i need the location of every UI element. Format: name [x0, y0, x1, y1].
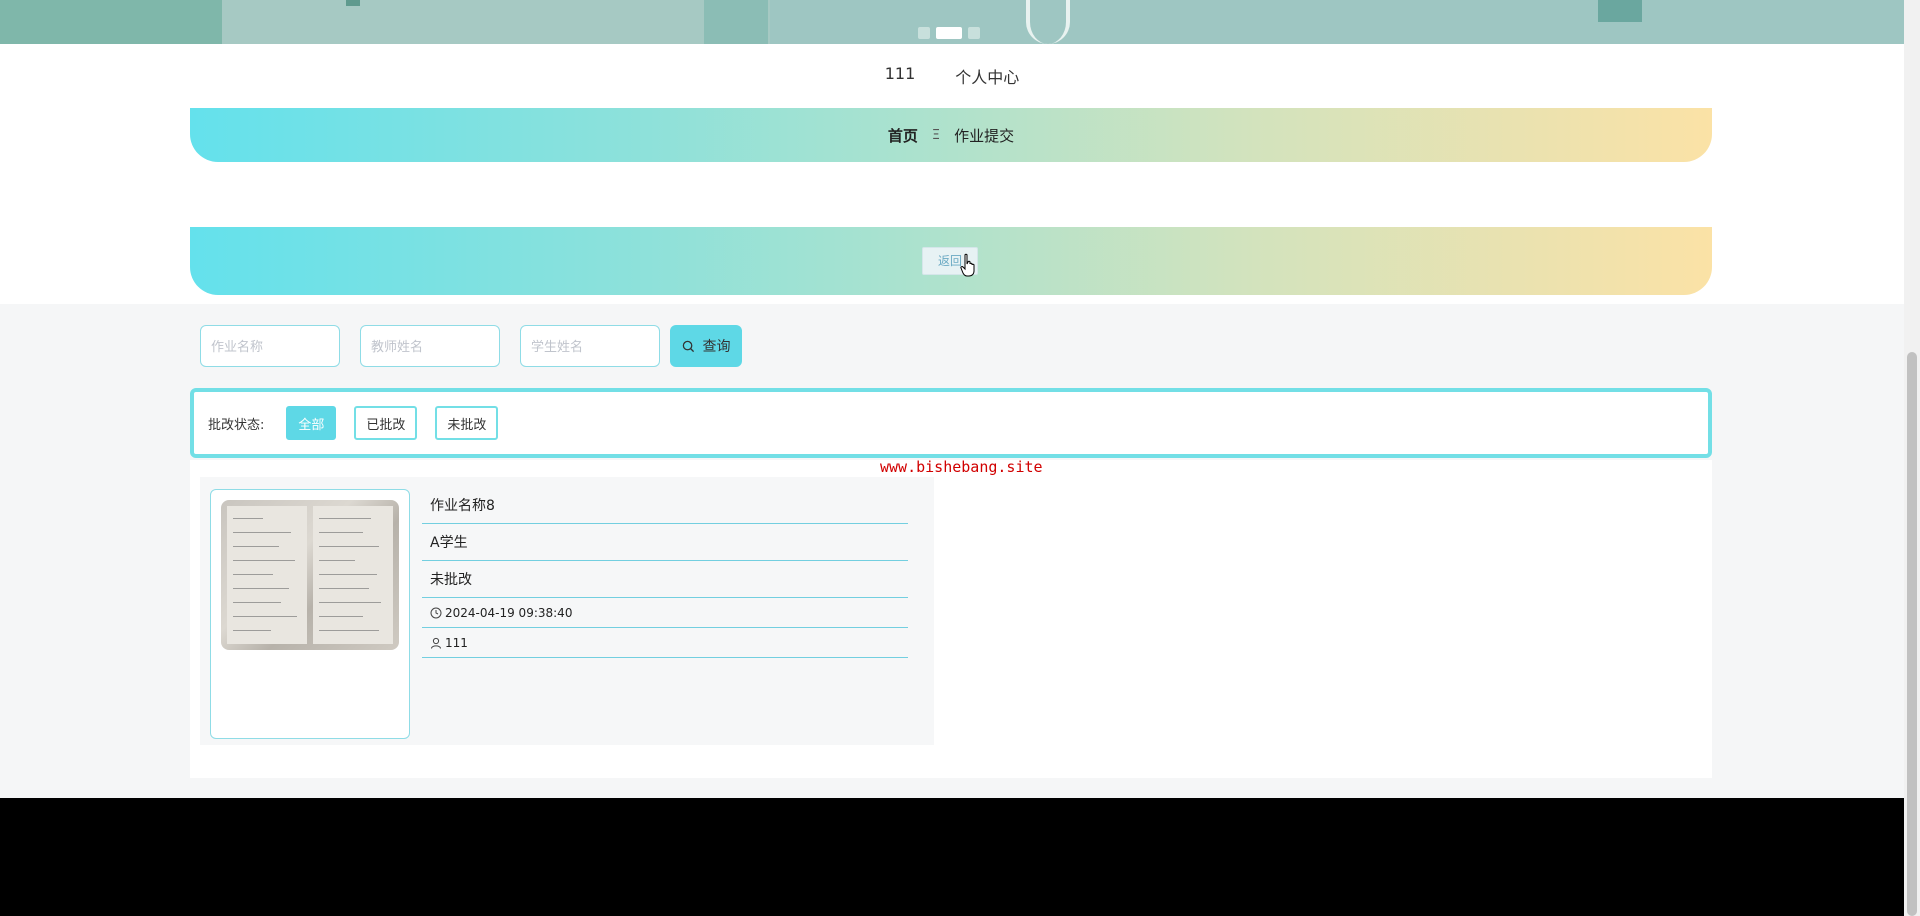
student-name-input[interactable]: [520, 325, 660, 367]
filter-all-button[interactable]: 全部: [286, 406, 337, 440]
hand-cursor-icon: [960, 253, 975, 277]
homework-info: 作业名称8 A学生 未批改 2024-04-19 09:38:40 111: [422, 487, 908, 658]
student-name: A学生: [422, 524, 908, 561]
filter-graded-button[interactable]: 已批改: [354, 406, 418, 440]
user-icon: [431, 637, 441, 649]
search-button-label: 查询: [702, 338, 731, 354]
teacher-name-input[interactable]: [360, 325, 500, 367]
breadcrumb-bar: 返回: [190, 227, 1712, 295]
homework-name: 作业名称8: [422, 487, 908, 524]
hero-banner: [0, 0, 1904, 44]
carousel-dot-3[interactable]: [968, 27, 980, 39]
page-footer: [0, 798, 1904, 916]
search-icon: [682, 340, 694, 352]
homework-thumbnail[interactable]: [210, 489, 410, 739]
main-nav-bar: 首页 Ξ 作业提交: [190, 108, 1712, 162]
filter-ungraded-button[interactable]: 未批改: [435, 406, 499, 440]
menu-icon[interactable]: Ξ: [932, 128, 940, 143]
nav-homework-submit-link[interactable]: 作业提交: [954, 125, 1014, 146]
profile-link[interactable]: 个人中心: [955, 64, 1019, 88]
user-row: 111: [422, 628, 908, 658]
carousel-dot-2[interactable]: [936, 27, 962, 39]
homework-card[interactable]: 作业名称8 A学生 未批改 2024-04-19 09:38:40 111: [200, 477, 934, 745]
submit-time-row: 2024-04-19 09:38:40: [422, 598, 908, 628]
user-name: 111: [445, 635, 468, 650]
search-button[interactable]: 查询: [670, 325, 742, 367]
submit-time: 2024-04-19 09:38:40: [445, 605, 573, 620]
nav-home-link[interactable]: 首页: [888, 125, 918, 146]
user-nav: 111 个人中心: [0, 64, 1904, 88]
homework-photo: [221, 500, 399, 650]
page-scrollbar[interactable]: [1904, 0, 1920, 916]
username-link[interactable]: 111: [885, 64, 916, 88]
homework-name-input[interactable]: [200, 325, 340, 367]
filter-label: 批改状态:: [208, 417, 265, 433]
carousel-dots: [918, 27, 980, 39]
grading-status: 未批改: [422, 561, 908, 598]
clock-icon: [430, 607, 442, 618]
main-menu: 首页 Ξ 作业提交: [190, 108, 1712, 162]
carousel-dot-1[interactable]: [918, 27, 930, 39]
search-row: 查询: [200, 325, 742, 367]
scrollbar-thumb[interactable]: [1907, 352, 1917, 916]
watermark-text: www.bishebang.site: [880, 458, 1043, 476]
status-filter: 批改状态: 全部 已批改 未批改: [190, 388, 1712, 458]
